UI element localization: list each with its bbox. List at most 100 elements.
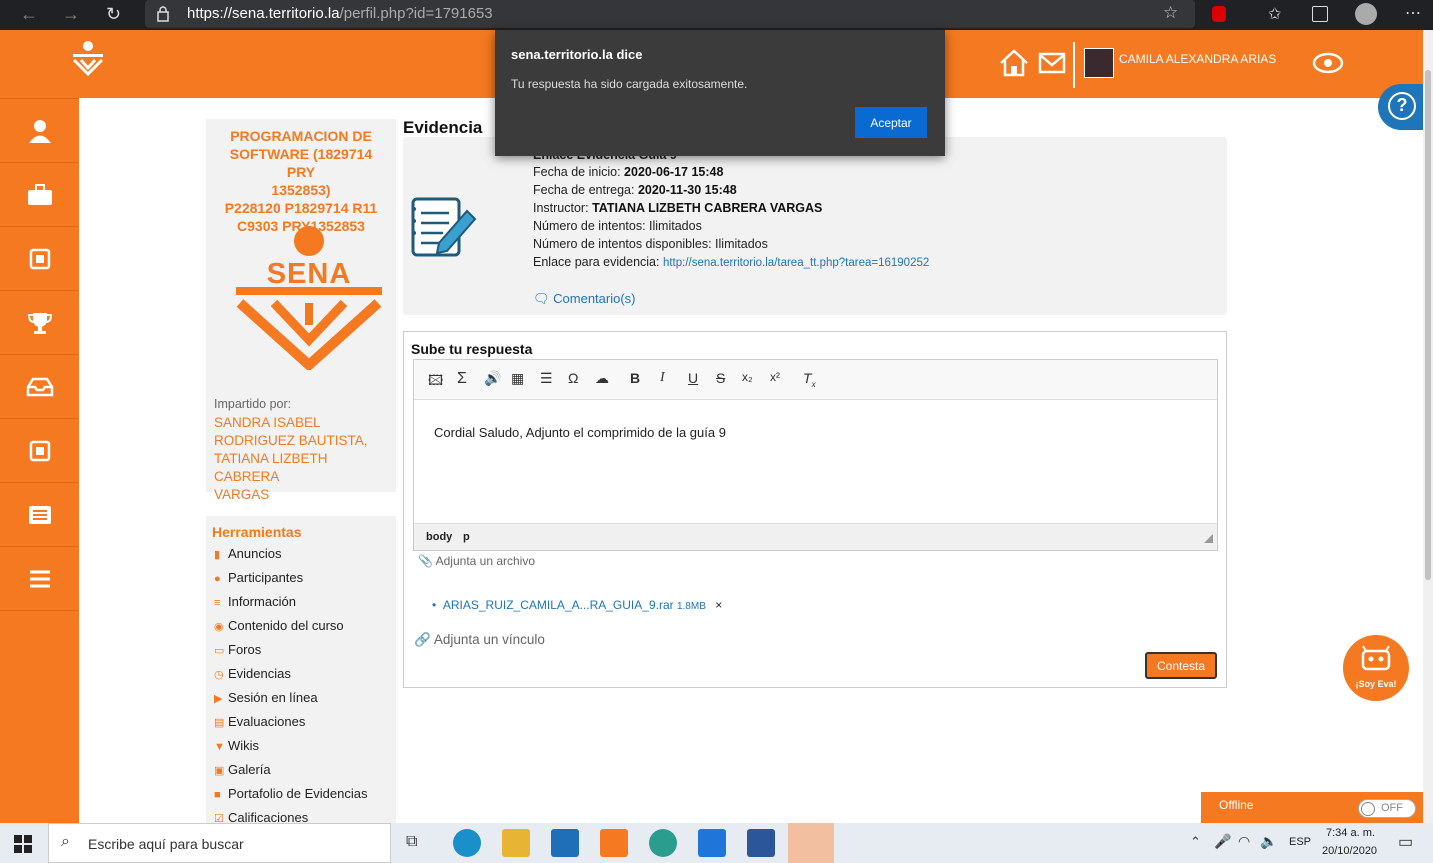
wifi-icon[interactable]: ◠ [1238,833,1250,850]
chevron-up-icon[interactable]: ⌃ [1190,834,1201,850]
xampp-icon[interactable] [600,829,628,857]
microphone-icon[interactable]: 🎤 [1214,833,1231,850]
sena-logo-icon[interactable] [70,40,106,76]
mail-icon[interactable] [1038,52,1066,74]
extension-icon[interactable] [1212,6,1226,22]
evidence-link[interactable]: http://sena.territorio.la/tarea_tt.php?t… [663,257,929,269]
screen: ← → ↻ https://sena.territorio.la/perfil.… [0,0,1433,863]
favorites-icon[interactable]: ✩ [1268,4,1281,24]
tool-item-informacion[interactable]: ≡ Información [214,594,296,609]
collections-icon[interactable] [1312,6,1328,22]
dialog-message: Tu respuesta ha sido cargada exitosament… [511,77,748,91]
back-icon[interactable]: ← [20,4,38,25]
eva-assistant-button[interactable]: ¡Soy Eva! [1343,635,1409,701]
image-icon[interactable]: 🖾 [428,370,443,394]
sidebar-item-courses[interactable] [0,162,79,226]
inbox-icon [26,377,53,396]
tool-item-foros[interactable]: ▭ Foros [214,642,261,657]
file-name[interactable]: ARIAS_RUIZ_CAMILA_A...RA_GUIA_9.rar [443,598,674,612]
language-indicator[interactable]: ESP [1289,836,1311,848]
file-explorer-icon[interactable] [502,829,530,857]
forward-icon[interactable]: → [62,4,80,25]
attach-link[interactable]: 🔗 Adjunta un vínculo [414,632,545,648]
help-icon: ? [1388,92,1416,120]
edge-dev-icon[interactable] [649,829,677,857]
tool-item-contenido[interactable]: ◉ Contenido del curso [214,618,344,633]
eye-icon[interactable] [1312,50,1344,76]
notification-icon[interactable]: ▭ [1398,832,1413,852]
sena-logo-graphic [236,226,382,370]
horizontal-rule-icon[interactable]: ☰ [540,370,553,387]
tool-item-evidencias[interactable]: ◷ Evidencias [214,666,291,681]
subscript-icon[interactable]: x₂ [742,370,753,384]
tool-item-anuncios[interactable]: ▮ Anuncios [214,546,281,561]
attached-file: • ARIAS_RUIZ_CAMILA_A...RA_GUIA_9.rar 1.… [432,598,723,612]
table-icon[interactable]: ▦ [511,370,524,387]
tool-item-evaluaciones[interactable]: ▤ Evaluaciones [214,714,305,729]
attempts: Número de intentos: Ilimitados [533,219,702,233]
tool-item-galeria[interactable]: ▣ Galería [214,762,271,777]
evidence-icon: ◷ [214,669,224,681]
sidebar-item-menu[interactable] [0,546,79,610]
clock-date[interactable]: 20/10/2020 [1322,845,1377,857]
tool-item-portafolio[interactable]: ■ Portafolio de Evidencias [214,786,367,801]
resize-handle-icon[interactable] [1204,534,1213,543]
taskbar-search-input[interactable]: ⌕ Escribe aquí para buscar [48,823,391,863]
strikethrough-icon[interactable]: S [716,370,725,386]
avatar[interactable] [1084,48,1114,78]
offline-toggle[interactable]: OFF [1358,799,1416,818]
alert-dialog: sena.territorio.la dice Tu respuesta ha … [495,30,945,156]
sidebar-item-calendar[interactable] [0,226,79,290]
profile-icon[interactable] [1355,3,1377,25]
edge-icon[interactable] [453,829,481,857]
mail-app-icon[interactable] [551,829,579,857]
windows-start-icon[interactable] [14,835,32,853]
tool-item-wikis[interactable]: ▼ Wikis [214,738,259,753]
home-icon[interactable] [998,48,1030,78]
favorite-star-icon[interactable]: ☆ [1163,3,1178,23]
sidebar-item-profile[interactable] [0,98,79,162]
sigma-icon[interactable]: Σ [457,370,467,388]
evidence-link-row: Enlace para evidencia: http://sena.terri… [533,255,930,269]
course-title[interactable]: PROGRAMACION DE SOFTWARE (1829714 PRY 13… [214,127,388,235]
sidebar-item-achievements[interactable] [0,290,79,354]
special-char-icon[interactable]: Ω [568,370,578,386]
rich-text-editor[interactable]: 🖾 Σ 🔊 ▦ ☰ Ω ☁ B I U S x₂ x² Tx Cordial S… [413,359,1218,551]
path-p[interactable]: p [463,531,470,543]
task-view-icon[interactable]: ⧉ [406,833,417,851]
vscode-icon[interactable] [698,829,726,857]
address-bar[interactable]: https://sena.territorio.la/perfil.php?id… [145,0,1195,28]
volume-icon[interactable]: 🔈 [1260,833,1277,850]
help-button[interactable]: ? [1378,84,1428,130]
tool-item-sesion[interactable]: ▶ Sesión en línea [214,690,318,705]
scrollbar-thumb[interactable] [1425,70,1431,580]
path-body[interactable]: body [426,531,452,543]
clear-format-icon[interactable]: Tx [803,370,816,389]
audio-icon[interactable]: 🔊 [484,370,501,387]
attach-file-link[interactable]: 📎 Adjunta un archivo [418,554,535,568]
active-app-icon[interactable] [788,823,834,863]
refresh-icon[interactable]: ↻ [106,4,121,25]
comment-icon: 🗨 [533,291,550,306]
menu-dots-icon[interactable]: ⋯ [1405,3,1421,23]
remove-file-button[interactable]: × [715,598,722,612]
italic-icon[interactable]: I [660,370,665,386]
comments-link[interactable]: 🗨 Comentario(s) [533,291,636,307]
participants-icon: ● [214,573,221,585]
clock-time[interactable]: 7:34 a. m. [1326,827,1375,839]
word-icon[interactable] [747,829,775,857]
underline-icon[interactable]: U [688,370,698,386]
dialog-ok-button[interactable]: Aceptar [855,107,927,138]
user-name[interactable]: CAMILA ALEXANDRA ARIAS [1119,52,1276,66]
end-date: Fecha de entrega: 2020-11-30 15:48 [533,183,737,197]
submit-button[interactable]: Contesta [1145,652,1217,679]
tool-item-participantes[interactable]: ● Participantes [214,570,303,585]
page-scrollbar[interactable] [1423,30,1433,823]
sidebar-item-schedule[interactable] [0,418,79,482]
sidebar-item-inbox[interactable] [0,354,79,418]
cloud-icon[interactable]: ☁ [595,370,609,387]
sidebar-item-list[interactable] [0,482,79,546]
editor-content[interactable]: Cordial Saludo, Adjunto el comprimido de… [434,425,726,440]
bold-icon[interactable]: B [630,370,640,386]
superscript-icon[interactable]: x² [770,370,780,384]
